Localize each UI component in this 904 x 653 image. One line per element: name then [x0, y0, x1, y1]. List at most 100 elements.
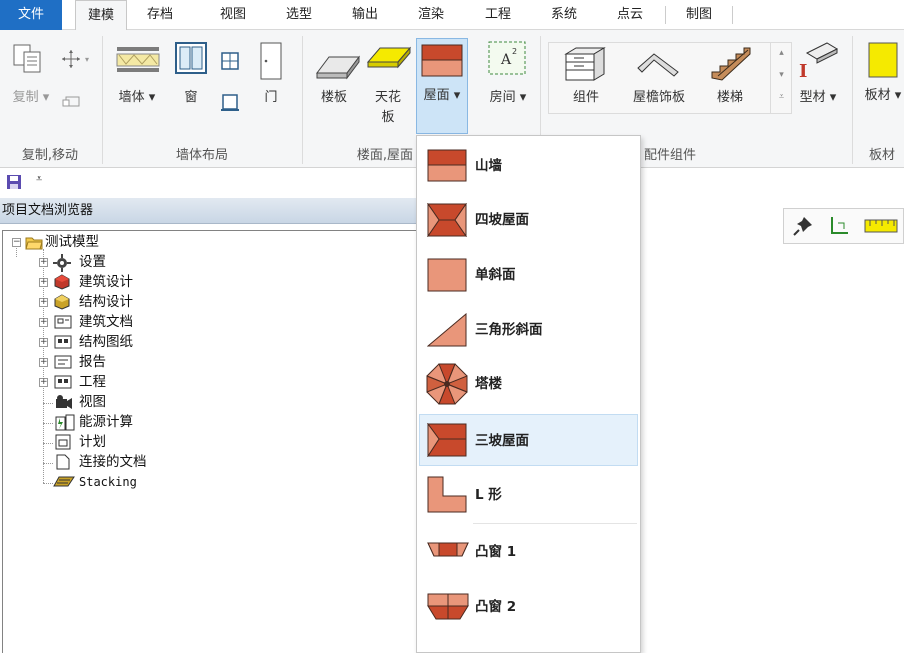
roof-option-shed[interactable]: 单斜面: [419, 249, 638, 301]
wall-icon[interactable]: [116, 46, 160, 72]
tab-render[interactable]: 渲染: [411, 0, 451, 30]
roof-option-three-slope[interactable]: 三坡屋面: [419, 414, 638, 466]
tree-item-energy-calc[interactable]: 能源计算: [79, 412, 133, 432]
menu-separator: [473, 523, 637, 524]
tree-line: [43, 483, 53, 484]
tree-line: [43, 463, 53, 464]
group-separator: [102, 36, 103, 164]
hip-roof-icon: [427, 203, 467, 237]
roof-option-bay-window-1[interactable]: 凸窗 1: [419, 526, 638, 578]
ruler-icon[interactable]: [864, 218, 898, 234]
tab-view[interactable]: 视图: [213, 0, 253, 30]
tree-expand-toggle[interactable]: +: [39, 298, 48, 307]
roof-option-l-shape[interactable]: L 形: [419, 469, 638, 521]
wall-label: 墙体: [118, 90, 145, 105]
roof-label-wrap: 屋面 ▾: [423, 88, 461, 103]
profile-steel-icon[interactable]: I: [797, 41, 841, 81]
board-label: 板材: [864, 88, 891, 103]
floor-label[interactable]: 楼板: [312, 88, 356, 108]
tree-item-settings[interactable]: 设置: [79, 252, 106, 272]
tree-item-view[interactable]: 视图: [79, 392, 106, 412]
shed-roof-icon: [427, 258, 467, 292]
wall-button[interactable]: 墙体 ▾: [112, 88, 162, 108]
tree-item-linked-docs[interactable]: 连接的文档: [79, 452, 147, 472]
ceiling-label[interactable]: 天花板: [370, 88, 406, 128]
tree-root[interactable]: 测试模型: [45, 232, 99, 252]
tab-project[interactable]: 工程: [478, 0, 518, 30]
tree-item-architecture-design[interactable]: 建筑设计: [79, 272, 133, 292]
structure-drawings-icon: [54, 335, 72, 349]
tree-expand-toggle[interactable]: +: [39, 318, 48, 327]
triangle-roof-icon: [427, 313, 467, 347]
tree-item-schedule[interactable]: 计划: [79, 432, 106, 452]
pin-icon[interactable]: [792, 215, 814, 237]
customize-toolbar-icon[interactable]: ⩡: [36, 172, 42, 186]
tab-drawing[interactable]: 制图: [679, 0, 719, 30]
orthogonal-icon[interactable]: [828, 215, 850, 237]
tab-file[interactable]: 文件: [0, 0, 62, 30]
tree-item-project[interactable]: 工程: [79, 372, 106, 392]
component-label[interactable]: 组件: [564, 88, 608, 108]
stairs-label[interactable]: 楼梯: [710, 88, 750, 108]
eave-trim-label[interactable]: 屋檐饰板: [624, 88, 694, 108]
window-frame-icon[interactable]: [221, 92, 239, 112]
door-label[interactable]: 门: [256, 88, 286, 108]
ceiling-icon[interactable]: [366, 46, 412, 72]
roof-option-label: L 形: [475, 487, 502, 503]
tree-item-structure-design[interactable]: 结构设计: [79, 292, 133, 312]
tree-item-report[interactable]: 报告: [79, 352, 106, 372]
tree-expand-toggle[interactable]: +: [39, 378, 48, 387]
svg-text:A: A: [500, 52, 512, 68]
group-label-copy-move: 复制,移动: [21, 148, 79, 163]
group-label-floor-roof: 楼面,屋面: [356, 148, 414, 163]
roof-option-gable[interactable]: 山墙: [419, 140, 638, 192]
tree-item-structure-drawings[interactable]: 结构图纸: [79, 332, 133, 352]
tree-expand-toggle[interactable]: +: [39, 278, 48, 287]
profile-label: 型材: [799, 90, 826, 105]
window-label[interactable]: 窗: [176, 88, 206, 108]
copy-icon[interactable]: [12, 43, 44, 75]
room-button[interactable]: 房间 ▾: [484, 88, 532, 108]
roof-option-hip[interactable]: 四坡屋面: [419, 194, 638, 246]
component-icon[interactable]: [564, 46, 608, 82]
tree-collapse-toggle[interactable]: −: [12, 238, 21, 247]
window-grid-icon[interactable]: [221, 52, 239, 70]
save-icon[interactable]: [6, 174, 22, 190]
stacking-icon: [53, 476, 75, 487]
board-button[interactable]: 板材 ▾: [862, 86, 904, 106]
gallery-scroll[interactable]: ▴ ▾ ⩡: [770, 42, 792, 114]
view-mini-toolbar: [783, 208, 904, 244]
energy-calc-icon: [55, 414, 75, 431]
project-browser-title: 项目文档浏览器: [0, 198, 420, 224]
stairs-icon[interactable]: [708, 44, 752, 82]
eave-trim-icon[interactable]: [636, 50, 680, 80]
tree-item-stacking[interactable]: Stacking: [79, 472, 137, 492]
roof-option-bay-window-2[interactable]: 凸窗 2: [419, 581, 638, 633]
svg-text:▾: ▾: [85, 55, 89, 64]
tree-expand-toggle[interactable]: +: [39, 358, 48, 367]
tree-expand-toggle[interactable]: +: [39, 258, 48, 267]
tab-point-cloud[interactable]: 点云: [610, 0, 650, 30]
tree-item-architecture-docs[interactable]: 建筑文档: [79, 312, 133, 332]
tab-modeling[interactable]: 建模: [75, 0, 127, 31]
svg-text:I: I: [799, 61, 807, 81]
roof-option-label: 三角形斜面: [475, 322, 543, 338]
roof-option-triangle[interactable]: 三角形斜面: [419, 304, 638, 356]
window-icon[interactable]: [175, 42, 207, 74]
copy-move-small-icon[interactable]: [62, 94, 82, 108]
tab-output[interactable]: 输出: [345, 0, 385, 30]
door-icon[interactable]: [259, 42, 283, 80]
gear-icon: [53, 254, 71, 272]
architecture-docs-icon: [54, 315, 72, 329]
tree-expand-toggle[interactable]: +: [39, 338, 48, 347]
board-icon[interactable]: [868, 42, 900, 78]
tab-selection[interactable]: 选型: [279, 0, 319, 30]
copy-button[interactable]: 复制 ▾: [8, 88, 54, 108]
floor-slab-icon[interactable]: [315, 55, 361, 81]
room-icon[interactable]: A2: [488, 41, 526, 75]
roof-option-tower[interactable]: 塔楼: [419, 358, 638, 410]
move-icon[interactable]: ▾: [60, 49, 92, 69]
tab-archive[interactable]: 存档: [140, 0, 180, 30]
profile-button[interactable]: 型材 ▾: [794, 88, 842, 108]
tab-system[interactable]: 系统: [544, 0, 584, 30]
